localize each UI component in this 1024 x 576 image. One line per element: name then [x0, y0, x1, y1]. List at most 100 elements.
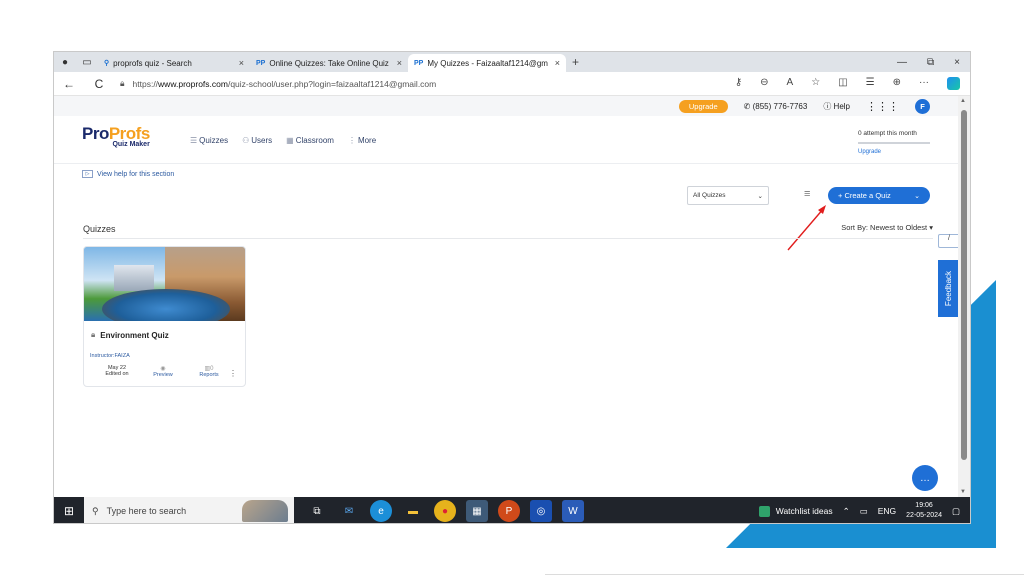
more-dots-icon: ⋮ — [347, 136, 356, 145]
classroom-icon: ▦ — [286, 136, 294, 145]
help-link[interactable]: ⓘ Help — [823, 101, 850, 112]
slide: ● ▭ ⚲ proprofs quiz - Search × PP Online… — [0, 0, 1024, 576]
quiz-thumbnail[interactable] — [84, 247, 245, 321]
close-icon[interactable]: × — [397, 58, 402, 68]
quiz-card[interactable]: 🔒︎ Environment Quiz Instructor:FAIZA May… — [83, 246, 246, 387]
profile-icon[interactable]: ● — [54, 57, 76, 68]
nav-quizzes[interactable]: ☰ Quizzes — [190, 136, 228, 145]
sort-dropdown[interactable]: Sort By: Newest to Oldest ▾ — [841, 223, 933, 232]
filter-selected: All Quizzes — [693, 192, 726, 199]
tab-online-quizzes[interactable]: PP Online Quizzes: Take Online Quiz × — [250, 54, 408, 72]
chat-bubble-icon[interactable]: … — [912, 465, 938, 491]
close-window-button[interactable]: × — [954, 57, 960, 68]
page-input[interactable]: / — [938, 234, 960, 248]
tab-title: My Quizzes - Faizaaltaf1214@gm — [427, 58, 548, 68]
search-icon: ⚲ — [104, 60, 110, 67]
minimize-button[interactable]: — — [897, 57, 907, 68]
upgrade-button[interactable]: Upgrade — [678, 99, 728, 113]
proprofs-logo[interactable]: ProProfs Quiz Maker — [82, 124, 150, 148]
scroll-up-icon[interactable]: ▲ — [960, 98, 966, 104]
proprofs-favicon-icon: PP — [256, 59, 266, 67]
favorite-star-icon[interactable]: ☆ — [811, 77, 820, 90]
tab-my-quizzes[interactable]: PP My Quizzes - Faizaaltaf1214@gm × — [408, 54, 566, 72]
chrome-icon[interactable]: ● — [434, 500, 456, 522]
help-section-link[interactable]: ▷ View help for this section — [82, 170, 174, 178]
file-explorer-icon[interactable]: ▬ — [402, 500, 424, 522]
url-prefix: https:// — [132, 78, 159, 89]
page-scrollbar[interactable]: ▲ ▼ — [958, 96, 970, 497]
zoom-icon[interactable]: ⊖ — [760, 77, 768, 90]
task-view-icon[interactable]: ⧉ — [306, 500, 328, 522]
apps-grid-icon[interactable]: ⋮⋮⋮ — [866, 100, 899, 113]
taskbar-search[interactable]: ⚲ Type here to search — [84, 497, 294, 523]
reports-icon: ▥0 — [204, 366, 214, 372]
preview-link[interactable]: ◉ Preview — [140, 365, 186, 378]
address-bar: ← C 🔒︎ https://www.proprofs.com/quiz-sch… — [54, 72, 970, 96]
app-icon[interactable]: ◎ — [530, 500, 552, 522]
quizzes-icon: ☰ — [190, 136, 198, 145]
preview-label: Preview — [153, 372, 173, 378]
collections-icon[interactable]: ⊕ — [893, 77, 901, 90]
chevron-up-icon[interactable]: ⌃ — [843, 506, 850, 517]
battery-icon[interactable]: ▭ — [860, 506, 868, 517]
create-quiz-button[interactable]: + Create a Quiz ⌄ — [828, 187, 930, 204]
nav-classroom[interactable]: ▦ Classroom — [286, 136, 334, 145]
restore-button[interactable]: ⧉ — [927, 57, 934, 68]
avatar[interactable]: F — [915, 98, 930, 114]
refresh-button[interactable]: C — [84, 77, 114, 91]
clock-date: 22-05-2024 — [906, 512, 942, 519]
word-icon[interactable]: W — [562, 500, 584, 522]
search-icon: ⚲ — [92, 505, 99, 516]
nav-more[interactable]: ⋮ More — [348, 136, 376, 145]
close-icon[interactable]: × — [555, 58, 560, 68]
quiz-filter-select[interactable]: All Quizzes ⌄ — [687, 186, 769, 205]
tab-actions-icon[interactable]: ▭ — [76, 57, 98, 68]
reports-link[interactable]: ▥0 Reports — [186, 365, 232, 378]
copilot-icon[interactable] — [947, 77, 960, 90]
attempts-text: 0 attempt this month — [858, 130, 917, 137]
feedback-tab[interactable]: Feedback — [938, 260, 960, 317]
sort-value: Newest to Oldest — [870, 223, 928, 232]
split-screen-icon[interactable]: ◫ — [838, 77, 847, 90]
scroll-down-icon[interactable]: ▼ — [960, 489, 966, 495]
create-quiz-label: + Create a Quiz — [838, 191, 891, 200]
quiz-name-label: Environment Quiz — [100, 330, 169, 340]
phone-link[interactable]: ✆ (855) 776-7763 — [744, 102, 808, 111]
url-path: /quiz-school/user.php?login=faizaaltaf12… — [227, 78, 437, 89]
card-menu-icon[interactable]: ⋮ — [229, 369, 237, 378]
quiz-name[interactable]: 🔒︎ Environment Quiz — [91, 330, 169, 340]
instructor-label: Instructor: — [90, 353, 115, 359]
scrollbar-thumb[interactable] — [961, 110, 967, 460]
notifications-icon[interactable]: ▢ — [952, 506, 960, 517]
list-view-icon[interactable]: ≡ — [804, 188, 810, 200]
tab-search[interactable]: ⚲ proprofs quiz - Search × — [98, 54, 250, 72]
mail-icon[interactable]: ✉ — [338, 500, 360, 522]
favorites-icon[interactable]: ☰ — [866, 77, 875, 90]
taskbar-apps: ⧉ ✉ e ▬ ● ▦ P ◎ W — [306, 500, 584, 522]
more-icon[interactable]: ··· — [919, 77, 929, 90]
new-tab-button[interactable]: + — [572, 55, 579, 69]
decorative-line — [545, 574, 1024, 575]
tab-title: Online Quizzes: Take Online Quiz — [269, 58, 389, 68]
section-divider — [83, 238, 933, 239]
nav-users[interactable]: ⚇ Users — [242, 136, 272, 145]
edited-label: Edited on — [105, 371, 129, 377]
close-icon[interactable]: × — [239, 58, 244, 68]
powerpoint-icon[interactable]: P — [498, 500, 520, 522]
key-icon[interactable]: ⚷ — [735, 77, 742, 90]
url-field[interactable]: 🔒︎ https://www.proprofs.com/quiz-school/… — [120, 78, 436, 89]
phone-number: (855) 776-7763 — [752, 101, 808, 111]
back-button[interactable]: ← — [54, 77, 84, 91]
calculator-icon[interactable]: ▦ — [466, 500, 488, 522]
edge-icon[interactable]: e — [370, 500, 392, 522]
browser-window: ● ▭ ⚲ proprofs quiz - Search × PP Online… — [53, 51, 971, 524]
language-indicator[interactable]: ENG — [878, 506, 896, 516]
play-icon: ▷ — [82, 170, 93, 178]
watchlist-widget[interactable]: Watchlist ideas — [758, 505, 833, 517]
read-aloud-icon[interactable]: A — [787, 77, 794, 90]
clock[interactable]: 19:06 22-05-2024 — [906, 501, 942, 521]
windows-start-icon[interactable]: ⊞ — [54, 504, 84, 518]
thumbnail-city — [114, 265, 154, 291]
chevron-down-icon[interactable]: ⌄ — [914, 192, 920, 200]
attempts-upgrade-link[interactable]: Upgrade — [858, 149, 930, 155]
